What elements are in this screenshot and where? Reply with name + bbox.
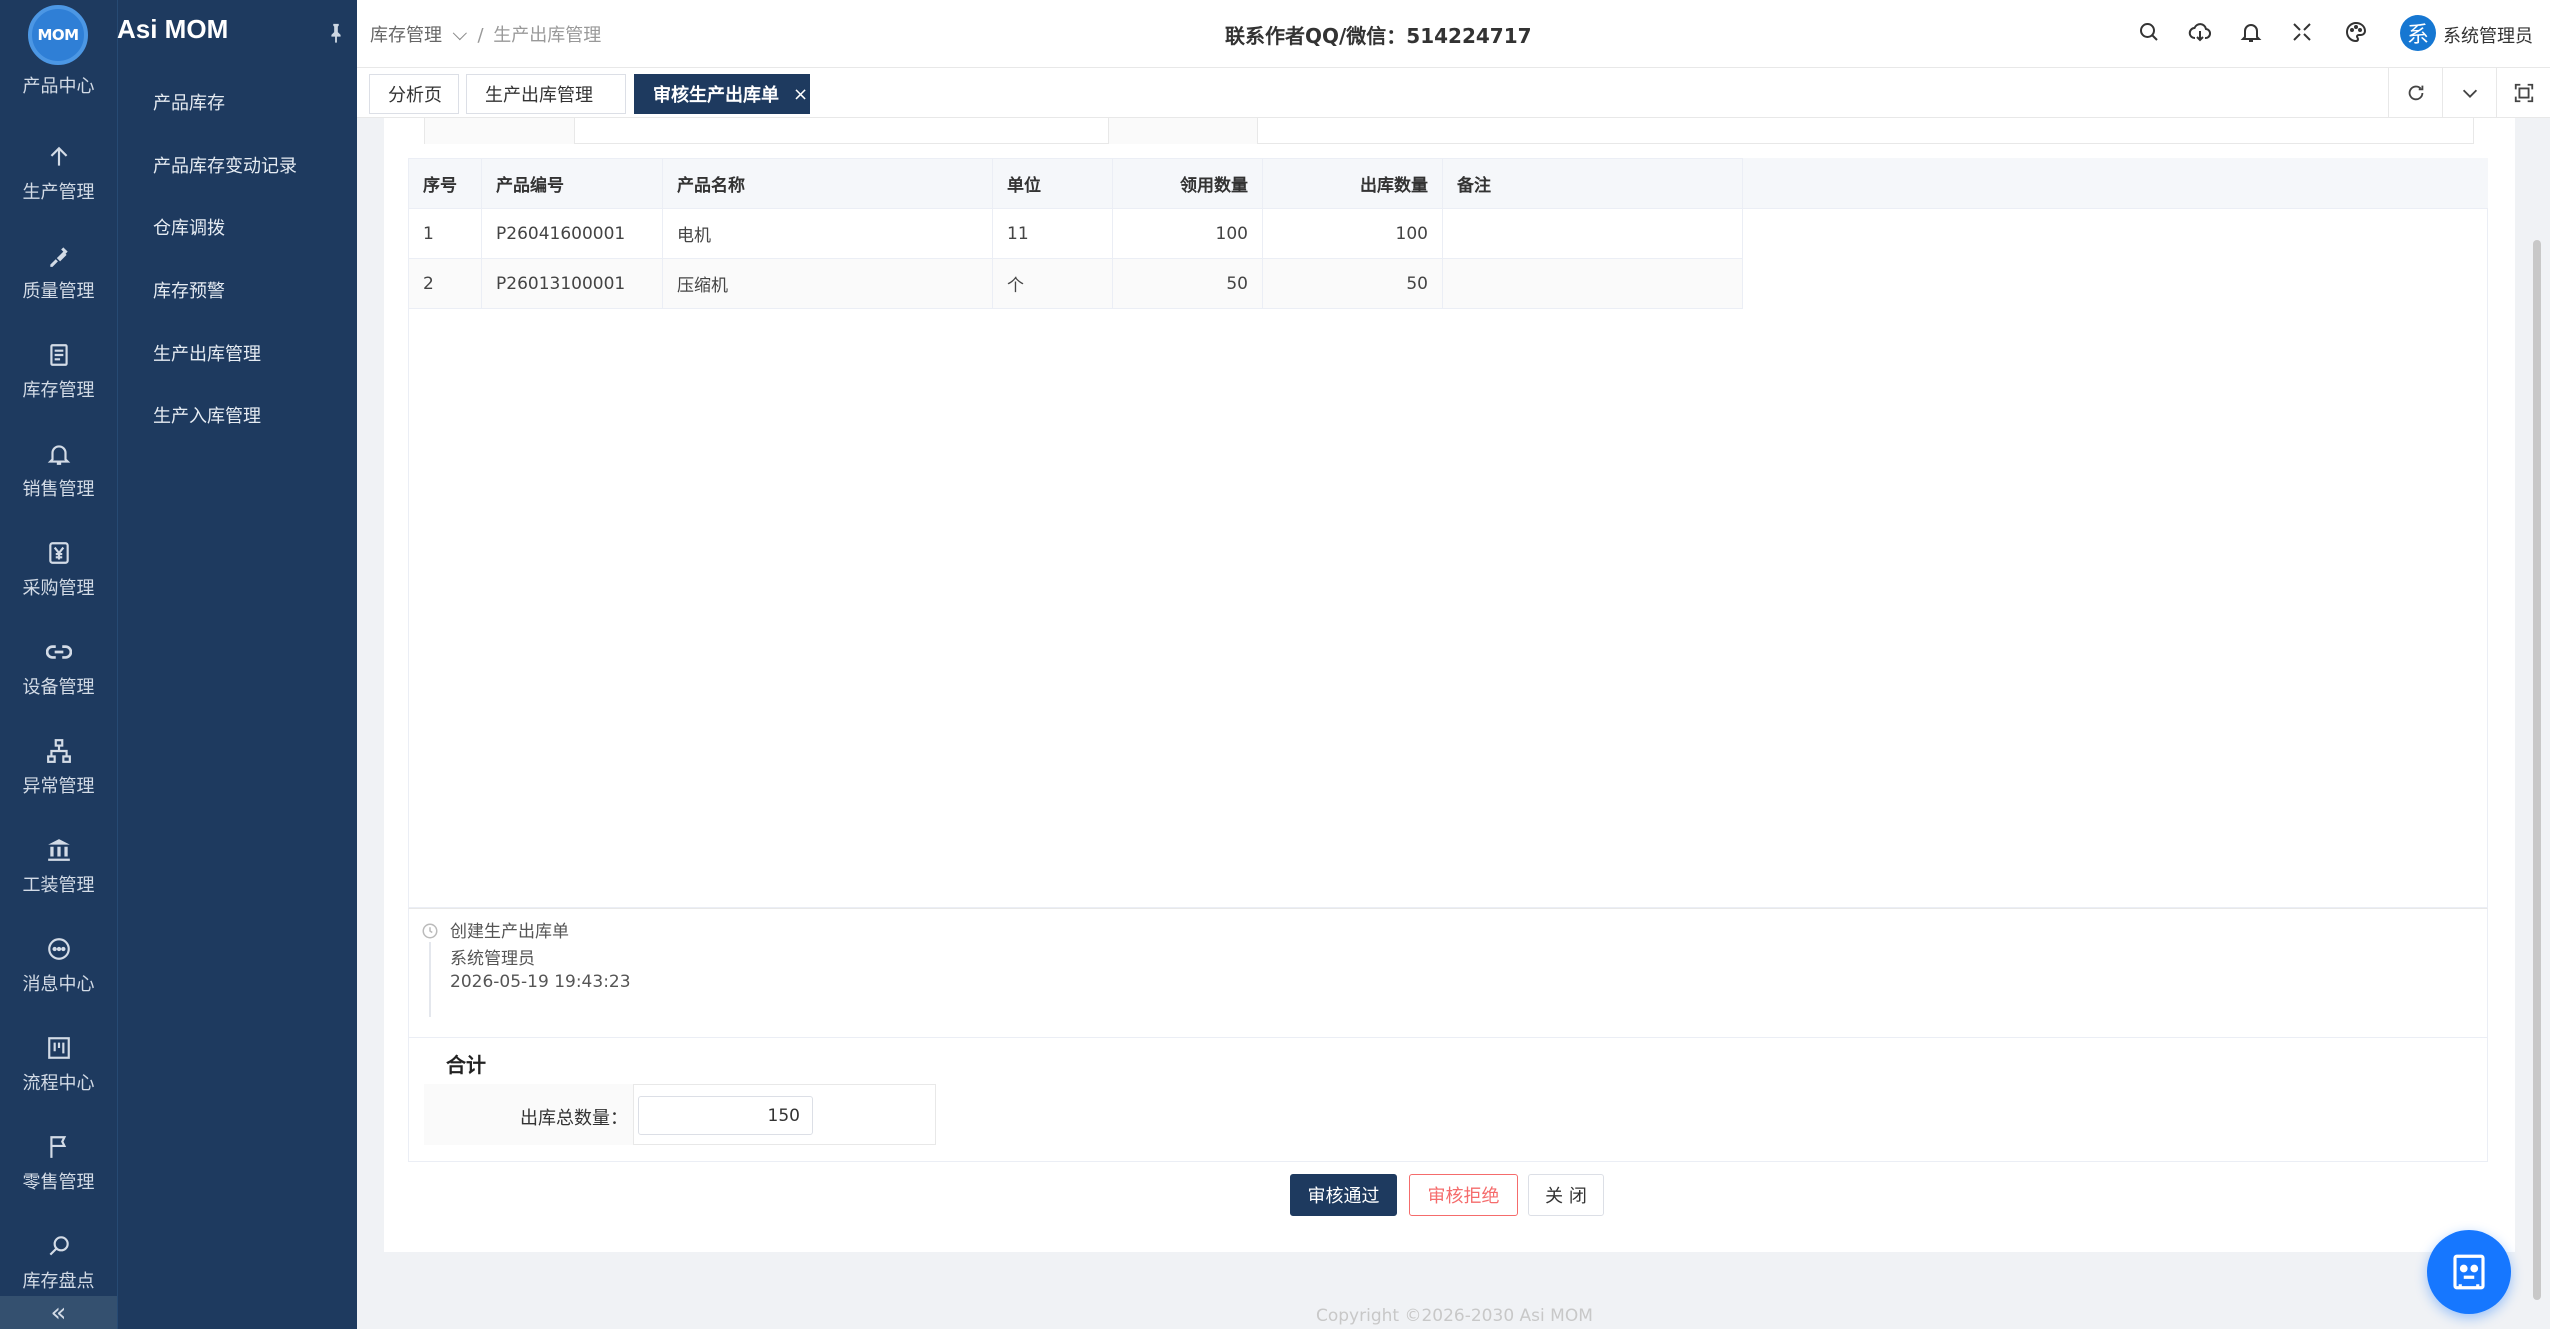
user-name[interactable]: 系统管理员 bbox=[2443, 22, 2533, 48]
submenu-item-stock-changes[interactable]: 产品库存变动记录 bbox=[153, 152, 297, 178]
maximize-icon bbox=[2514, 83, 2533, 103]
search-icon[interactable] bbox=[2137, 20, 2161, 44]
app-title: Asi MOM bbox=[117, 14, 229, 44]
tab-review-outbound[interactable]: 审核生产出库单 × bbox=[634, 74, 810, 114]
summary-title: 合计 bbox=[446, 1053, 486, 1077]
table-header-row: 序号 产品编号 产品名称 单位 领用数量 出库数量 备注 bbox=[408, 158, 1743, 209]
link-icon bbox=[45, 645, 72, 659]
sub-menu bbox=[117, 0, 357, 1329]
refresh-tab-button[interactable] bbox=[2388, 68, 2442, 118]
timeline-time: 2026-05-19 19:43:23 bbox=[450, 972, 631, 992]
column-header: 领用数量 bbox=[1112, 158, 1263, 209]
robot-icon bbox=[2453, 1254, 2485, 1290]
search-doc-icon bbox=[49, 1236, 69, 1256]
pin-icon[interactable] bbox=[325, 22, 347, 44]
maximize-content-button[interactable] bbox=[2496, 68, 2550, 118]
rail-item-production[interactable]: 生产管理 bbox=[0, 124, 117, 223]
breadcrumb: 库存管理 / 生产出库管理 bbox=[370, 21, 601, 47]
submenu-item-production-outbound[interactable]: 生产出库管理 bbox=[153, 340, 261, 366]
chevron-down-icon bbox=[2462, 89, 2477, 98]
footer-copyright: Copyright ©2026-2030 Asi MOM bbox=[1316, 1306, 1593, 1326]
rail-item-product-center[interactable]: 产品中心 bbox=[0, 72, 117, 98]
rail-item-sales[interactable]: 销售管理 bbox=[0, 421, 117, 520]
submenu-item-stock-alert[interactable]: 库存预警 bbox=[153, 277, 225, 303]
rail-item-quality[interactable]: 质量管理 bbox=[0, 223, 117, 322]
bank-icon bbox=[47, 839, 70, 861]
contact-info: 联系作者QQ/微信：514224717 bbox=[1225, 24, 1532, 48]
column-header: 产品名称 bbox=[662, 158, 993, 209]
total-quantity-input[interactable] bbox=[638, 1096, 813, 1135]
submenu-item-production-inbound[interactable]: 生产入库管理 bbox=[153, 402, 261, 428]
document-icon bbox=[49, 344, 68, 366]
assistant-button[interactable] bbox=[2427, 1230, 2511, 1314]
collapse-sidebar-button[interactable]: « bbox=[0, 1296, 117, 1329]
column-header: 序号 bbox=[408, 158, 482, 209]
bell-icon bbox=[47, 445, 70, 465]
org-icon bbox=[46, 739, 71, 763]
submenu-item-product-stock[interactable]: 产品库存 bbox=[153, 89, 225, 115]
rail-item-purchase[interactable]: 采购管理 bbox=[0, 520, 117, 619]
column-header: 单位 bbox=[992, 158, 1113, 209]
form-header-strip bbox=[424, 118, 2474, 144]
page-scrollbar[interactable] bbox=[2533, 240, 2541, 1300]
tab-production-outbound[interactable]: 生产出库管理 bbox=[466, 74, 626, 114]
column-header: 产品编号 bbox=[481, 158, 663, 209]
detail-table: 序号 产品编号 产品名称 单位 领用数量 出库数量 备注 1 P26041600… bbox=[408, 158, 1743, 309]
yen-icon bbox=[48, 542, 69, 564]
chevron-down-icon bbox=[452, 26, 467, 41]
rail-item-messages[interactable]: 消息中心 bbox=[0, 916, 117, 1015]
fullscreen-icon[interactable] bbox=[2290, 20, 2314, 44]
bell-icon[interactable] bbox=[2239, 20, 2263, 44]
palette-icon[interactable] bbox=[2344, 20, 2368, 44]
app-logo: MOM bbox=[28, 5, 88, 65]
timeline-operator: 系统管理员 bbox=[450, 949, 535, 969]
table-row[interactable]: 2 P26013100001 压缩机 个 50 50 bbox=[408, 258, 1743, 309]
close-button[interactable]: 关 闭 bbox=[1528, 1174, 1604, 1216]
flag-icon bbox=[49, 1136, 66, 1158]
arrow-up-icon bbox=[50, 146, 67, 166]
breadcrumb-parent[interactable]: 库存管理 bbox=[370, 25, 442, 46]
rail-item-workflow[interactable]: 流程中心 bbox=[0, 1015, 117, 1114]
avatar[interactable]: 系 bbox=[2400, 15, 2436, 51]
total-quantity-label: 出库总数量： bbox=[520, 1108, 628, 1129]
reject-button[interactable]: 审核拒绝 bbox=[1409, 1174, 1518, 1216]
message-icon bbox=[47, 938, 70, 960]
timeline-event: 创建生产出库单 bbox=[450, 922, 569, 942]
tab-analysis[interactable]: 分析页 bbox=[369, 74, 459, 114]
board-icon bbox=[47, 1037, 70, 1059]
breadcrumb-current: 生产出库管理 bbox=[493, 25, 602, 46]
close-tab-icon[interactable]: × bbox=[793, 84, 808, 105]
submenu-item-warehouse-transfer[interactable]: 仓库调拨 bbox=[153, 214, 225, 240]
tab-menu-button[interactable] bbox=[2442, 68, 2496, 118]
rail-item-inventory[interactable]: 库存管理 bbox=[0, 322, 117, 421]
approve-button[interactable]: 审核通过 bbox=[1290, 1174, 1397, 1216]
column-header: 备注 bbox=[1442, 158, 1743, 209]
magnet-icon bbox=[49, 247, 68, 267]
rail-item-exception[interactable]: 异常管理 bbox=[0, 718, 117, 817]
cloud-download-icon[interactable] bbox=[2188, 20, 2212, 44]
breadcrumb-separator: / bbox=[477, 25, 484, 46]
rail-item-equipment[interactable]: 设备管理 bbox=[0, 619, 117, 718]
column-header: 出库数量 bbox=[1262, 158, 1443, 209]
table-row[interactable]: 1 P26041600001 电机 11 100 100 bbox=[408, 208, 1743, 259]
approval-timeline bbox=[408, 908, 2488, 1038]
clock-icon bbox=[422, 923, 438, 939]
refresh-icon bbox=[2408, 85, 2423, 101]
rail-item-retail[interactable]: 零售管理 bbox=[0, 1114, 117, 1213]
rail-item-tooling[interactable]: 工装管理 bbox=[0, 817, 117, 916]
